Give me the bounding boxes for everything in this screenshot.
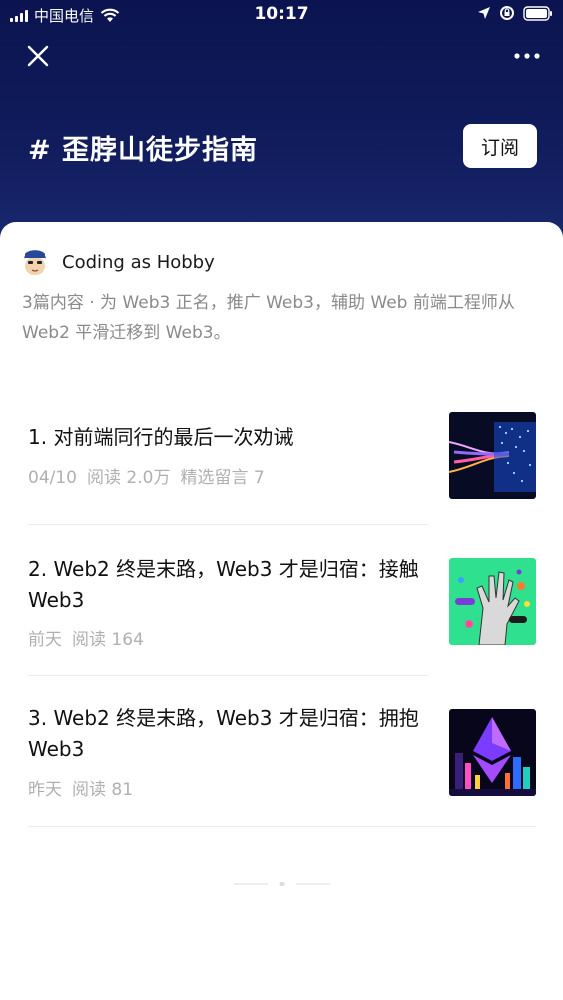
article-title: 3. Web2 终是末路，Web3 才是归宿：拥抱 Web3 [28,706,419,761]
end-of-list-indicator [234,882,330,886]
topic-header: 中国电信 10:17 # 歪脖山徒步指南 订阅 [0,0,563,260]
close-icon[interactable] [22,40,54,72]
ethereum-city-thumbnail [449,709,536,796]
data-stream-thumbnail [449,412,536,499]
divider [28,524,428,525]
article-meta: 04/10 阅读 2.0万 精选留言 7 [28,463,275,488]
article-date: 昨天 [28,780,62,800]
location-arrow-icon [478,7,490,19]
article-date: 04/10 [28,468,77,488]
more-options-icon[interactable] [511,42,543,70]
author-avatar [24,250,46,275]
status-right [477,5,553,21]
topic-title: # 歪脖山徒步指南 [28,135,259,166]
article-item[interactable]: 2. Web2 终是末路，Web3 才是归宿：接触 Web3 前天 阅读 164 [28,557,536,650]
article-meta: 昨天 阅读 81 [28,775,143,800]
status-bar: 中国电信 10:17 [0,0,563,30]
robot-hand-thumbnail [449,558,536,645]
author-name: Coding as Hobby [62,251,215,273]
author-row[interactable]: Coding as Hobby [22,248,215,276]
article-comments: 精选留言 7 [180,468,265,488]
divider [28,675,428,676]
article-item[interactable]: 3. Web2 终是末路，Web3 才是归宿：拥抱 Web3 昨天 阅读 81 [28,706,536,800]
divider [28,826,536,827]
article-meta: 前天 阅读 164 [28,625,154,650]
article-title: 2. Web2 终是末路，Web3 才是归宿：接触 Web3 [28,557,419,612]
topic-description: 3篇内容 · 为 Web3 正名，推广 Web3，辅助 Web 前端工程师从 W… [22,293,515,343]
article-reads: 阅读 164 [72,630,144,650]
rotation-lock-icon [500,6,514,20]
article-date: 前天 [28,630,62,650]
subscribe-button[interactable]: 订阅 [463,124,537,168]
article-reads: 阅读 2.0万 [87,468,171,488]
battery-icon [523,5,552,21]
article-reads: 阅读 81 [72,780,134,800]
article-item[interactable]: 1. 对前端同行的最后一次劝诫 04/10 阅读 2.0万 精选留言 7 [28,412,536,500]
article-title: 1. 对前端同行的最后一次劝诫 [28,425,294,449]
